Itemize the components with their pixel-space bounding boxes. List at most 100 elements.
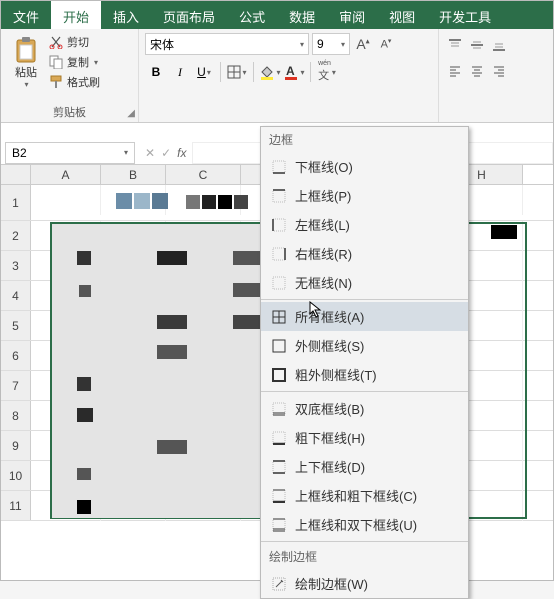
redacted-cell xyxy=(186,195,200,209)
menu-item-border[interactable]: 所有框线(A) xyxy=(261,302,468,331)
menu-item-border[interactable]: 上框线和粗下框线(C) xyxy=(261,481,468,510)
tab-page-layout[interactable]: 页面布局 xyxy=(151,1,227,29)
redacted-cell xyxy=(233,251,261,265)
row-header[interactable]: 9 xyxy=(1,431,31,460)
cell[interactable] xyxy=(31,185,101,215)
font-color-button[interactable]: A ▾ xyxy=(283,61,305,83)
menu-item-border[interactable]: 粗外侧框线(T) xyxy=(261,360,468,389)
increase-font-button[interactable]: A▴ xyxy=(353,33,373,55)
decrease-font-button[interactable]: A▾ xyxy=(376,33,396,55)
row-header[interactable]: 11 xyxy=(1,491,31,520)
phonetic-icon: wén文 xyxy=(318,61,331,83)
col-header[interactable]: A xyxy=(31,165,101,184)
redacted-cell xyxy=(157,440,187,454)
align-left-button[interactable] xyxy=(445,61,465,81)
cut-button[interactable]: 剪切 xyxy=(49,33,100,51)
menu-item-border[interactable]: 粗下框线(H) xyxy=(261,423,468,452)
menu-item-border[interactable]: 无框线(N) xyxy=(261,268,468,297)
dialog-launcher-icon[interactable]: ◢ xyxy=(127,108,135,119)
menu-item-border[interactable]: 外侧框线(S) xyxy=(261,331,468,360)
menu-item-label: 左框线(L) xyxy=(295,215,350,234)
name-box[interactable]: B2 ▾ xyxy=(5,142,135,164)
redacted-cell xyxy=(77,377,91,391)
chevron-down-icon: ▾ xyxy=(124,148,128,157)
font-size-select[interactable]: 9 ▾ xyxy=(312,33,350,55)
row-header[interactable]: 3 xyxy=(1,251,31,280)
align-center-button[interactable] xyxy=(467,61,487,81)
col-header[interactable]: C xyxy=(166,165,241,184)
cancel-icon[interactable]: ✕ xyxy=(145,146,155,160)
row-header[interactable]: 4 xyxy=(1,281,31,310)
fill-color-button[interactable]: ▾ xyxy=(259,61,281,83)
align-top-button[interactable] xyxy=(445,35,465,55)
border-preview-icon xyxy=(271,159,287,175)
underline-button[interactable]: U▾ xyxy=(193,61,215,83)
bold-button[interactable]: B xyxy=(145,61,167,83)
menu-item-border[interactable]: 下框线(O) xyxy=(261,152,468,181)
chevron-down-icon: ▾ xyxy=(242,68,246,77)
chevron-down-icon: ▾ xyxy=(300,40,304,49)
menu-item-border[interactable]: 上框线(P) xyxy=(261,181,468,210)
menu-item-label: 绘制边框(W) xyxy=(295,574,368,593)
row-header[interactable]: 5 xyxy=(1,311,31,340)
phonetic-button[interactable]: wén文 ▾ xyxy=(316,61,338,83)
row-header[interactable]: 7 xyxy=(1,371,31,400)
row-header[interactable]: 6 xyxy=(1,341,31,370)
row-header[interactable]: 2 xyxy=(1,221,31,250)
select-all-corner[interactable] xyxy=(1,165,31,184)
menu-header-draw: 绘制边框 xyxy=(261,544,468,569)
tab-view[interactable]: 视图 xyxy=(377,1,427,29)
decrease-font-icon: A▾ xyxy=(381,37,392,51)
font-name-select[interactable]: 宋体 ▾ xyxy=(145,33,309,55)
tab-insert[interactable]: 插入 xyxy=(101,1,151,29)
font-size-value: 9 xyxy=(317,37,324,51)
redacted-cell xyxy=(233,315,261,329)
fx-icon[interactable]: fx xyxy=(177,146,186,160)
redacted-cell xyxy=(152,193,168,209)
row-header[interactable]: 1 xyxy=(1,185,31,220)
redacted-cell xyxy=(157,315,187,329)
menu-item-border[interactable]: 左框线(L) xyxy=(261,210,468,239)
borders-button[interactable]: ▾ xyxy=(226,61,248,83)
paste-button[interactable]: 粘贴 ▾ xyxy=(7,33,45,91)
redacted-cell xyxy=(77,468,91,480)
copy-button[interactable]: 复制 ▾ xyxy=(49,53,100,71)
col-header[interactable]: B xyxy=(101,165,166,184)
border-preview-icon xyxy=(271,217,287,233)
chevron-down-icon: ▾ xyxy=(276,68,280,77)
redacted-cell xyxy=(134,193,150,209)
borders-icon xyxy=(227,65,241,79)
tab-formulas[interactable]: 公式 xyxy=(227,1,277,29)
align-bottom-button[interactable] xyxy=(489,35,509,55)
menu-item-label: 粗外侧框线(T) xyxy=(295,365,377,384)
align-right-button[interactable] xyxy=(489,61,509,81)
redacted-cell xyxy=(202,195,216,209)
menu-item-draw-border[interactable]: 绘制边框(W) xyxy=(261,569,468,598)
menu-item-label: 上框线(P) xyxy=(295,186,351,205)
tab-review[interactable]: 审阅 xyxy=(327,1,377,29)
menu-item-border[interactable]: 双底框线(B) xyxy=(261,394,468,423)
menu-item-border[interactable]: 右框线(R) xyxy=(261,239,468,268)
align-middle-button[interactable] xyxy=(467,35,487,55)
menu-header-borders: 边框 xyxy=(261,127,468,152)
redacted-cell xyxy=(234,195,248,209)
tab-developer[interactable]: 开发工具 xyxy=(427,1,503,29)
fill-color-icon xyxy=(259,64,275,80)
menu-item-border[interactable]: 上下框线(D) xyxy=(261,452,468,481)
italic-button[interactable]: I xyxy=(169,61,191,83)
tab-file[interactable]: 文件 xyxy=(1,1,51,29)
underline-icon: U xyxy=(197,65,206,79)
tab-home[interactable]: 开始 xyxy=(51,1,101,29)
confirm-icon[interactable]: ✓ xyxy=(161,146,171,160)
row-header[interactable]: 10 xyxy=(1,461,31,490)
redacted-cell xyxy=(233,283,261,297)
group-alignment xyxy=(439,29,553,122)
redacted-cell xyxy=(157,345,187,359)
tab-data[interactable]: 数据 xyxy=(277,1,327,29)
border-preview-icon xyxy=(271,338,287,354)
cut-icon xyxy=(49,35,63,49)
menu-item-border[interactable]: 上框线和双下框线(U) xyxy=(261,510,468,539)
border-preview-icon xyxy=(271,367,287,383)
row-header[interactable]: 8 xyxy=(1,401,31,430)
format-painter-button[interactable]: 格式刷 xyxy=(49,73,100,91)
